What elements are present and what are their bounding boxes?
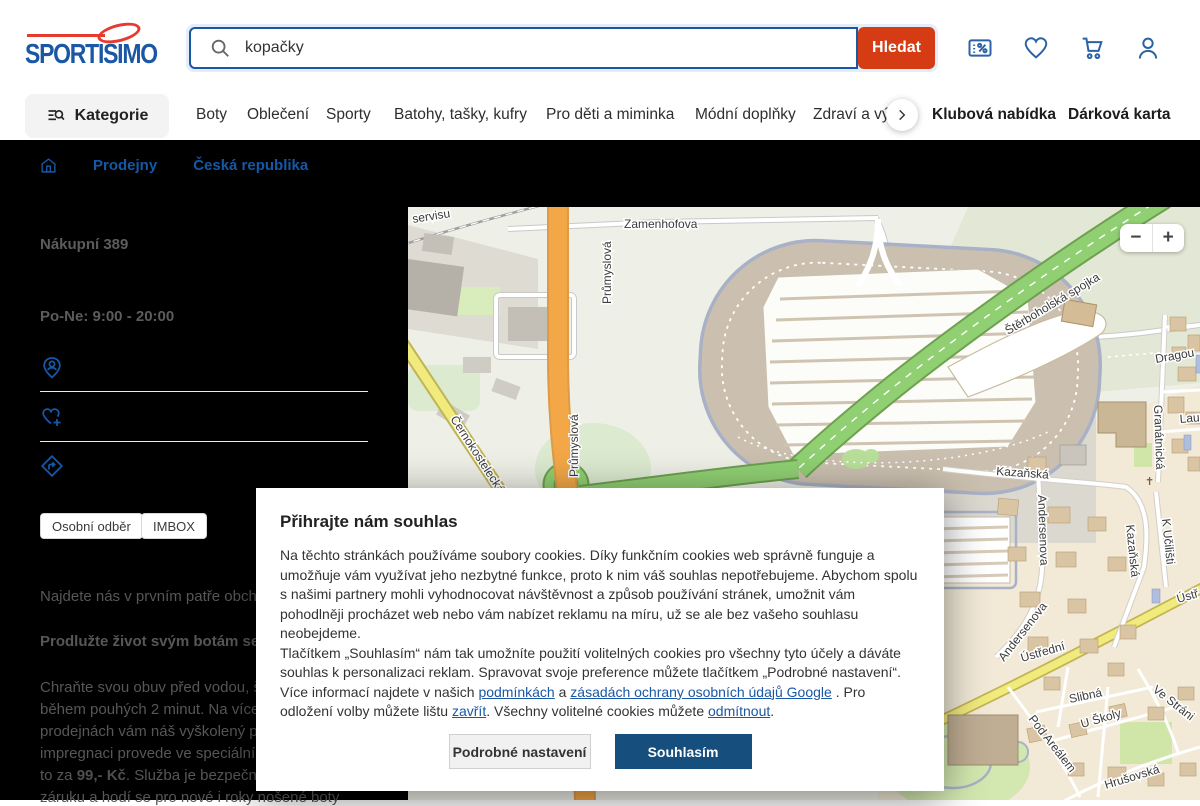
nav-item-klubova-nabidka[interactable]: Klubová nabídka	[932, 106, 1056, 124]
terms-link[interactable]: podmínkách	[478, 684, 554, 700]
categories-label: Kategorie	[74, 107, 149, 124]
categories-button[interactable]: Kategorie	[25, 94, 169, 138]
nav-item-boty[interactable]: Boty	[196, 106, 227, 124]
breadcrumb-ceska-republika[interactable]: Česká republika	[193, 157, 308, 174]
search-query-text: kopačky	[245, 39, 304, 56]
nav-item-darkova-karta[interactable]: Dárková karta	[1068, 106, 1171, 124]
svg-text:✝: ✝	[1145, 476, 1154, 488]
nav-item-sporty[interactable]: Sporty	[326, 106, 371, 124]
location-pin-icon	[40, 356, 64, 380]
cookie-paragraph-1: Na těchto stránkách používáme soubory co…	[280, 547, 918, 641]
search-input[interactable]: kopačky	[189, 27, 858, 69]
user-account-icon[interactable]	[1134, 34, 1162, 62]
reject-cookies-link[interactable]: odmítnout	[708, 703, 770, 719]
store-last-line: záruku a hodí se pro nové i roky nošené …	[40, 789, 340, 806]
map-label-andersenova-v: Andersenova	[1035, 495, 1051, 566]
map-label-zamenhofova: Zamenhofova	[624, 217, 698, 231]
price-pre: to za	[40, 767, 77, 784]
search-submit-button[interactable]: Hledat	[858, 27, 935, 69]
price-post: . Služba je bezpečná,	[125, 767, 270, 784]
map-zoom-controls: − +	[1120, 224, 1184, 252]
zoom-in-button[interactable]: +	[1152, 224, 1184, 252]
zoom-out-button[interactable]: −	[1120, 224, 1152, 252]
map-label-prumyslova-top: Průmyslová	[600, 241, 614, 304]
cookie-dialog-title: Přihrajte nám souhlas	[280, 512, 458, 531]
store-address: Nákupní 389	[40, 236, 129, 253]
map-label-laudonova: Laud	[1179, 410, 1200, 426]
nav-item-obleceni[interactable]: Oblečení	[247, 106, 309, 124]
navigate-row[interactable]	[40, 454, 368, 483]
page-content: Prodejny Česká republika ✝ servisu Zamen…	[0, 140, 1200, 806]
cookie-p2-text: .	[770, 703, 775, 719]
chevron-right-icon	[899, 109, 906, 121]
directions-icon	[40, 454, 64, 478]
cookie-p2-text: . Všechny volitelné cookies můžete	[486, 703, 708, 719]
nav-scroll-right-button[interactable]	[886, 99, 918, 131]
breadcrumb: Prodejny Česká republika	[40, 154, 308, 176]
cookie-consent-dialog: Přihrajte nám souhlas Na těchto stránkác…	[256, 488, 944, 791]
nav-item-zdravi[interactable]: Zdraví a výž	[813, 106, 897, 124]
divider	[40, 441, 368, 442]
cookie-paragraph-2: Tlačítkem „Souhlasím“ nám tak umožníte p…	[280, 644, 920, 722]
detailed-settings-button[interactable]: Podrobné nastavení	[448, 734, 591, 769]
google-privacy-link[interactable]: zásadách ochrany osobních údajů Google	[570, 684, 832, 700]
divider	[40, 391, 368, 392]
search-bar: kopačky Hledat	[186, 24, 938, 72]
price-bold: 99,- Kč	[76, 767, 126, 784]
logo-swoosh-line	[27, 34, 105, 37]
cookie-p2-text: a	[554, 683, 571, 700]
cart-icon[interactable]	[1078, 34, 1106, 62]
cookie-buttons-row: Podrobné nastavení Souhlasím	[256, 734, 944, 769]
sportisimo-logo[interactable]: SPORTISIMO	[25, 18, 165, 72]
store-hours: Po-Ne: 9:00 - 20:00	[40, 308, 175, 325]
show-on-map-row[interactable]	[40, 356, 368, 385]
map-label-granatnicka: Granátnická	[1151, 405, 1167, 470]
categories-icon	[46, 106, 66, 126]
badge-imbox: IMBOX	[141, 513, 207, 539]
heart-plus-icon	[40, 405, 64, 429]
home-icon[interactable]	[40, 157, 57, 174]
favorite-store-row[interactable]	[40, 405, 368, 434]
header: SPORTISIMO kopačky Hledat Kategorie Boty…	[0, 0, 1200, 140]
logo-text: SPORTISIMO	[25, 38, 158, 69]
nav-item-batohy[interactable]: Batohy, tašky, kufry	[394, 106, 527, 124]
voucher-icon[interactable]	[966, 34, 994, 62]
accept-cookies-button[interactable]: Souhlasím	[614, 734, 752, 769]
nav-item-pro-deti[interactable]: Pro děti a miminka	[546, 106, 674, 124]
close-bar-link[interactable]: zavřít	[452, 703, 486, 719]
badge-osobni-odber: Osobní odběr	[40, 513, 143, 539]
wishlist-heart-icon[interactable]	[1022, 34, 1050, 62]
breadcrumb-prodejny[interactable]: Prodejny	[93, 157, 157, 174]
search-icon	[209, 37, 231, 59]
nav-item-modni-doplnky[interactable]: Módní doplňky	[695, 106, 796, 124]
map-label-prumyslova-bottom: Průmyslová	[567, 414, 581, 477]
